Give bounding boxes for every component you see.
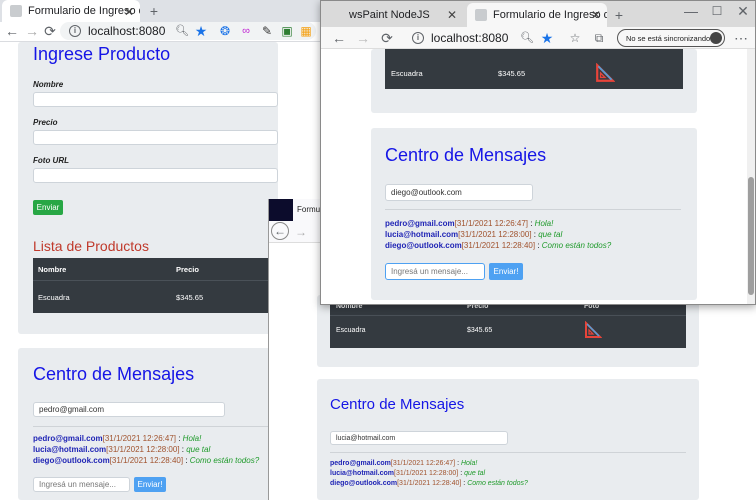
chat-message: pedro@gmail.com[31/1/2021 12:26:47] : Ho…	[33, 434, 202, 443]
close-tab-icon[interactable]: ✕	[591, 8, 601, 22]
extension-icon-4[interactable]: ▣	[277, 21, 297, 41]
front-send-button[interactable]: Enviar!	[489, 263, 523, 280]
chat-message: diego@outlook.com[31/1/2021 12:28:40] : …	[385, 241, 612, 250]
front-product-table: Escuadra $345.65	[385, 49, 683, 89]
page-favicon-icon	[475, 9, 487, 21]
more-menu-icon[interactable]: ⋯	[731, 28, 751, 48]
price-input[interactable]	[33, 130, 278, 145]
table-header-precio: Precio	[176, 265, 199, 274]
table-cell-name: Escuadra	[391, 69, 423, 78]
back-arrow-icon[interactable]: ←	[2, 21, 22, 41]
chat-message: lucia@hotmail.com[31/1/2021 12:28:00] : …	[330, 470, 486, 477]
chat-divider	[33, 426, 273, 427]
chat-message: lucia@hotmail.com[31/1/2021 12:28:00] : …	[33, 445, 211, 454]
price-label: Precio	[33, 118, 58, 127]
table-header-nombre: Nombre	[38, 265, 67, 274]
close-window-icon[interactable]: ✕	[733, 1, 753, 21]
table-divider	[33, 280, 273, 281]
back-arrow-icon[interactable]: ←	[329, 28, 349, 48]
chat-title: Centro de Mensajes	[33, 364, 195, 384]
extension-icon-2[interactable]: ∞	[236, 21, 256, 41]
new-tab-icon[interactable]: +	[144, 1, 164, 21]
table-cell-price: $345.65	[176, 293, 204, 302]
close-tab-icon[interactable]: ✕	[124, 5, 134, 19]
middle-product-table: Nombre Precio Foto Escuadra $345.65	[330, 299, 686, 348]
table-cell-name: Escuadra	[38, 293, 70, 302]
close-tab-icon[interactable]: ✕	[447, 8, 457, 22]
name-label: Nombre	[33, 80, 64, 89]
extension-icon-1[interactable]: ❂	[215, 21, 235, 41]
front-browser-window: wsPaint NodeJS ✕ Formulario de Ingreso d…	[320, 0, 756, 305]
middle-back-icon[interactable]: ←	[271, 222, 289, 240]
photo-url-input[interactable]	[33, 168, 278, 183]
tab-wspaint[interactable]: wsPaint NodeJS ✕	[341, 3, 463, 27]
vertical-scrollbar[interactable]	[747, 49, 755, 304]
info-icon: i	[412, 32, 424, 44]
minimize-icon[interactable]: —	[681, 1, 701, 21]
photo-url-label: Foto URL	[33, 156, 69, 165]
set-square-icon	[585, 321, 602, 338]
form-title: Ingrese Producto	[33, 44, 171, 64]
forward-arrow-icon[interactable]: →	[22, 21, 42, 41]
maximize-icon[interactable]: ☐	[707, 1, 727, 21]
middle-email-input[interactable]: lucia@hotmail.com	[330, 431, 508, 445]
chat-divider	[330, 452, 686, 453]
info-icon: i	[69, 25, 81, 37]
tab-formulario-active[interactable]: Formulario de Ingreso de Produ ✕	[467, 3, 607, 27]
collections-icon[interactable]: ⧉	[589, 28, 609, 48]
new-tab-icon[interactable]: +	[609, 5, 629, 25]
front-message-input[interactable]: Ingresá un mensaje...	[385, 263, 485, 280]
page-favicon-icon	[10, 5, 22, 17]
chat-message: pedro@gmail.com[31/1/2021 12:26:47] : Ho…	[330, 460, 478, 467]
bookmark-star-icon[interactable]: ★	[191, 21, 211, 41]
zoom-icon[interactable]: 🔍︎	[172, 21, 192, 41]
favorites-list-icon[interactable]: ☆	[565, 28, 585, 48]
profile-avatar	[710, 32, 722, 44]
tab-formulario[interactable]: Formulario de Ingreso de Produc ✕	[2, 0, 140, 22]
reload-icon[interactable]: ⟳	[377, 28, 397, 48]
chat-message: pedro@gmail.com[31/1/2021 12:26:47] : Ho…	[385, 219, 554, 228]
chat-message: lucia@hotmail.com[31/1/2021 12:28:00] : …	[385, 230, 563, 239]
submit-product-button[interactable]: Enviar	[33, 200, 63, 215]
front-chat-title: Centro de Mensajes	[385, 145, 547, 165]
zoom-icon[interactable]: 🔍︎	[517, 28, 537, 48]
scrollbar-thumb[interactable]	[748, 177, 754, 295]
chat-divider	[385, 209, 681, 210]
name-input[interactable]	[33, 92, 278, 107]
table-cell-price: $345.65	[498, 69, 526, 78]
table-cell-price: $345.65	[467, 327, 493, 334]
product-table: Nombre Precio Escuadra $345.65	[33, 258, 273, 313]
send-message-button[interactable]: Enviar!	[134, 477, 166, 492]
front-email-input[interactable]: diego@outlook.com	[385, 184, 533, 201]
favorite-star-icon[interactable]: ★	[537, 28, 557, 48]
extension-icon-3[interactable]: ✎	[257, 21, 277, 41]
product-list-title: Lista de Productos	[33, 238, 149, 254]
set-square-icon	[596, 63, 615, 82]
chat-message: diego@outlook.com[31/1/2021 12:28:40] : …	[33, 456, 260, 465]
middle-forward-icon[interactable]: →	[291, 222, 311, 242]
middle-chat-title: Centro de Mensajes	[330, 396, 465, 413]
table-divider	[330, 315, 686, 316]
chat-message: diego@outlook.com[31/1/2021 12:28:40] : …	[330, 480, 528, 487]
table-cell-name: Escuadra	[336, 327, 366, 334]
message-input[interactable]: Ingresá un mensaje...	[33, 477, 130, 492]
sync-status-button[interactable]: No se está sincronizando	[617, 29, 725, 47]
reload-icon[interactable]: ⟳	[40, 21, 60, 41]
email-input[interactable]: pedro@gmail.com	[33, 402, 225, 417]
extension-icon-5[interactable]: ▦	[296, 21, 316, 41]
forward-arrow-icon[interactable]: →	[353, 28, 373, 48]
